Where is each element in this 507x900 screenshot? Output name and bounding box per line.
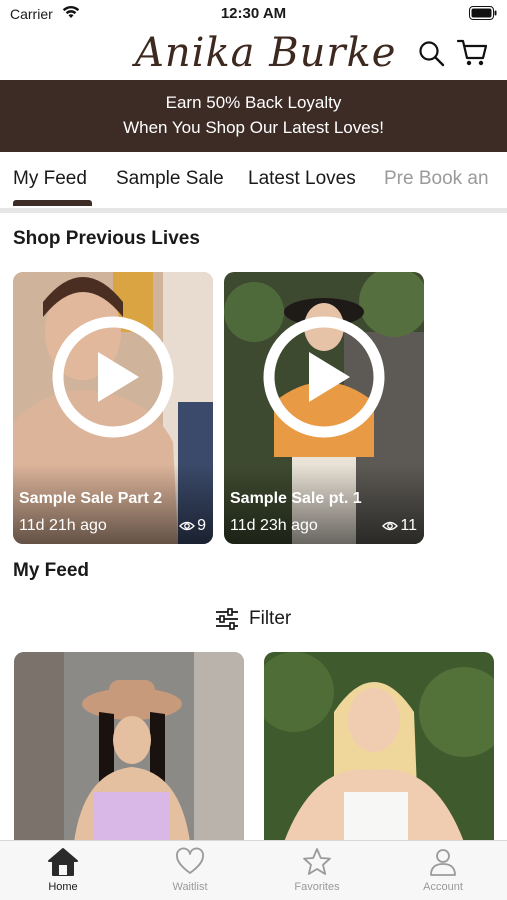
tab-my-feed[interactable]: My Feed bbox=[13, 168, 87, 190]
video-views-count: 11 bbox=[400, 517, 417, 534]
feed-item-image bbox=[264, 652, 494, 842]
person-icon bbox=[430, 849, 456, 876]
tabbar-item-account[interactable]: Account bbox=[393, 847, 493, 893]
tab-divider bbox=[0, 208, 507, 213]
home-icon bbox=[48, 848, 78, 876]
video-views: 9 bbox=[179, 517, 206, 535]
filter-button[interactable]: Filter bbox=[0, 604, 507, 634]
tabbar-item-waitlist[interactable]: Waitlist bbox=[140, 847, 240, 893]
tab-latest-loves[interactable]: Latest Loves bbox=[248, 168, 356, 190]
play-icon[interactable] bbox=[262, 315, 386, 439]
tab-active-indicator bbox=[13, 200, 92, 206]
app-header: Anika Burke bbox=[0, 30, 507, 80]
video-card[interactable]: Sample Sale pt. 1 11d 23h ago 11 bbox=[224, 272, 424, 544]
brand-logo[interactable]: Anika Burke bbox=[135, 30, 396, 76]
video-title: Sample Sale pt. 1 bbox=[230, 490, 362, 507]
video-card[interactable]: Sample Sale Part 2 11d 21h ago 9 bbox=[13, 272, 213, 544]
sliders-icon bbox=[216, 608, 238, 630]
bottom-tab-bar: Home Waitlist Favorites Account bbox=[0, 840, 507, 900]
feed-item-image bbox=[14, 652, 244, 842]
eye-icon bbox=[382, 521, 399, 530]
video-time: 11d 23h ago bbox=[230, 517, 318, 534]
tabbar-label: Account bbox=[423, 881, 463, 893]
play-icon[interactable] bbox=[51, 315, 175, 439]
my-feed-title: My Feed bbox=[13, 560, 90, 581]
video-views-count: 9 bbox=[197, 517, 206, 534]
video-title: Sample Sale Part 2 bbox=[19, 490, 163, 507]
heart-icon bbox=[176, 847, 204, 874]
promo-line-1: Earn 50% Back Loyalty bbox=[165, 93, 342, 112]
video-views: 11 bbox=[382, 517, 417, 535]
status-bar: Carrier 12:30 AM bbox=[0, 0, 507, 30]
promo-banner[interactable]: Earn 50% Back Loyalty When You Shop Our … bbox=[0, 80, 507, 152]
tab-sample-sale[interactable]: Sample Sale bbox=[116, 168, 224, 190]
search-icon[interactable] bbox=[418, 40, 446, 68]
filter-label: Filter bbox=[249, 608, 292, 629]
feed-item[interactable] bbox=[14, 652, 244, 842]
star-icon bbox=[303, 848, 331, 875]
tabbar-item-home[interactable]: Home bbox=[13, 847, 113, 893]
battery-icon bbox=[469, 6, 497, 20]
tabbar-label: Home bbox=[48, 881, 78, 893]
video-time: 11d 21h ago bbox=[19, 517, 107, 534]
cart-icon[interactable] bbox=[457, 38, 489, 68]
tabbar-label: Favorites bbox=[294, 881, 340, 893]
promo-line-2: When You Shop Our Latest Loves! bbox=[123, 118, 384, 137]
tabbar-item-favorites[interactable]: Favorites bbox=[267, 847, 367, 893]
previous-lives-title: Shop Previous Lives bbox=[13, 228, 200, 249]
feed-item[interactable] bbox=[264, 652, 494, 842]
tabbar-label: Waitlist bbox=[172, 881, 208, 893]
feed-tabs: My Feed Sample Sale Latest Loves Pre Boo… bbox=[0, 152, 507, 208]
status-time: 12:30 AM bbox=[220, 5, 287, 22]
tab-pre-book[interactable]: Pre Book an bbox=[384, 168, 489, 190]
eye-icon bbox=[179, 521, 196, 530]
